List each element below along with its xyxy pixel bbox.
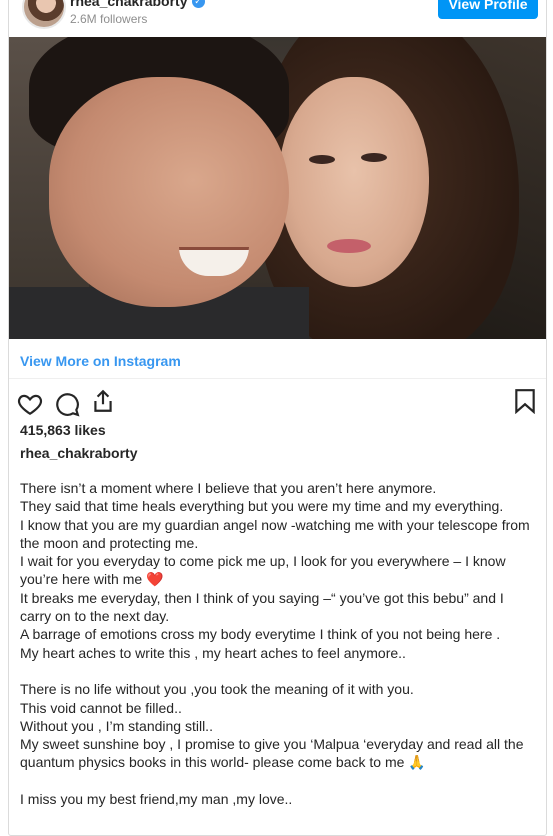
caption-line: They said that time heals everything but… [20,498,504,515]
caption-line: There isn’t a moment where I believe tha… [20,480,437,496]
username[interactable]: rhea_chakraborty [70,0,188,9]
caption-line: carry on to the next day. [20,608,170,625]
caption-text: There isn’t a moment where I believe tha… [20,479,544,808]
caption-line: you’re here with me ❤️ [20,571,164,588]
caption-line: quantum physics books in this world- ple… [20,754,426,771]
caption-line: A barrage of emotions cross my body ever… [20,626,501,643]
follower-count: 2.6M followers [70,12,148,26]
share-icon[interactable] [90,388,116,414]
caption-line: My heart aches to write this , my heart … [20,644,406,661]
caption-blank-line [20,662,544,680]
username-row[interactable]: rhea_chakraborty ✓ [70,0,205,9]
comment-icon[interactable] [54,391,80,417]
caption-line: I know that you are my guardian angel no… [20,516,530,533]
caption-username[interactable]: rhea_chakraborty [20,445,138,461]
view-profile-button[interactable]: View Profile [438,0,538,19]
caption-line: the moon and protecting me. [20,534,199,551]
caption-line: I wait for you everyday to come pick me … [20,553,506,570]
caption-line: There is no life without you ,you took t… [20,681,414,698]
divider [9,378,546,379]
caption-blank-line [20,772,544,790]
heart-icon[interactable] [17,391,43,417]
caption-line: This void cannot be filled.. [20,699,182,716]
avatar[interactable] [22,0,66,29]
caption-line: I miss you my best friend,my man ,my lov… [20,791,293,808]
caption-line: My sweet sunshine boy , I promise to giv… [20,736,524,753]
caption-line: Without you , I’m standing still.. [20,717,213,734]
view-more-link[interactable]: View More on Instagram [20,353,181,369]
instagram-embed-card: rhea_chakraborty ✓ 2.6M followers View P… [8,0,547,836]
caption-line: It breaks me everyday, then I think of y… [20,589,504,606]
post-header: rhea_chakraborty ✓ 2.6M followers View P… [9,0,546,35]
verified-badge-icon: ✓ [191,0,205,8]
like-count[interactable]: 415,863 likes [20,422,106,438]
bookmark-icon[interactable] [512,388,538,414]
post-photo[interactable] [9,37,546,339]
